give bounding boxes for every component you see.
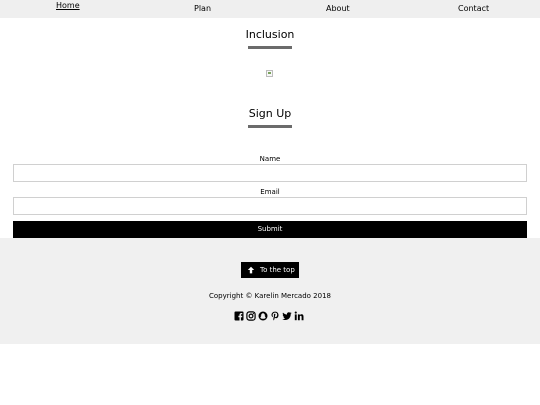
name-input[interactable] (13, 164, 527, 182)
snapchat-icon[interactable] (258, 311, 268, 321)
page-footer: To the top Copyright © Karelin Mercado 2… (0, 238, 540, 344)
email-label: Email (260, 188, 280, 196)
twitter-icon[interactable] (282, 311, 292, 321)
pinterest-icon[interactable] (270, 311, 280, 321)
top-navigation: Home Plan About Contact (0, 0, 540, 18)
name-label: Name (259, 155, 281, 163)
instagram-icon[interactable] (246, 311, 256, 321)
submit-button[interactable]: Submit (13, 221, 527, 238)
nav-about-link[interactable]: About (326, 4, 350, 14)
nav-home-link[interactable]: Home (56, 1, 80, 11)
social-links (234, 311, 304, 321)
facebook-icon[interactable] (234, 311, 244, 321)
to-the-top-button[interactable]: To the top (241, 262, 299, 278)
arrow-up-icon (247, 266, 255, 274)
inclusion-heading: Inclusion (245, 28, 295, 41)
nav-plan-link[interactable]: Plan (194, 4, 211, 14)
signup-heading-underline (248, 125, 292, 128)
nav-contact-link[interactable]: Contact (458, 4, 489, 14)
to-the-top-label: To the top (260, 266, 295, 274)
copyright-text: Copyright © Karelin Mercado 2018 (209, 292, 331, 300)
linkedin-icon[interactable] (294, 311, 304, 321)
signup-heading: Sign Up (248, 107, 292, 120)
email-input[interactable] (13, 197, 527, 215)
inclusion-heading-underline (248, 46, 292, 49)
broken-image-icon (266, 70, 273, 77)
